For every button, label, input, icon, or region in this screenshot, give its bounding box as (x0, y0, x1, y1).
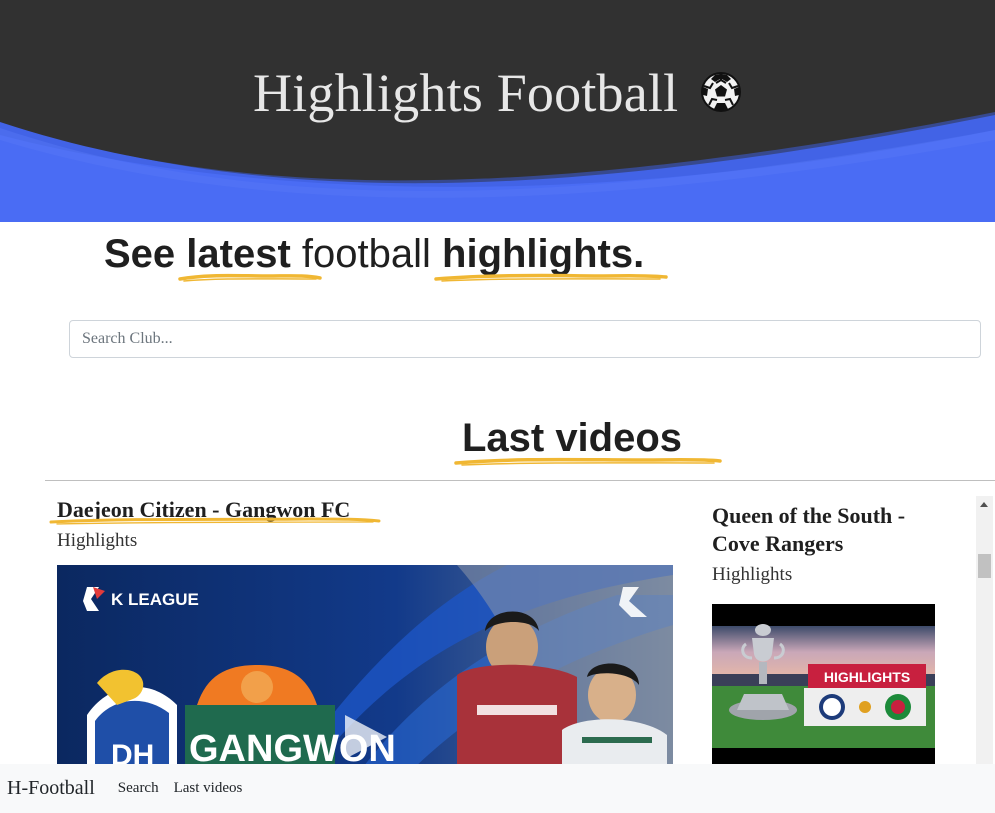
tagline-see: See (104, 232, 187, 276)
navbar-brand[interactable]: H-Football (7, 777, 95, 800)
search-club-input[interactable] (69, 320, 981, 358)
section-title: Last videos (0, 416, 995, 466)
section-title-wrap: Last videos (454, 416, 722, 466)
nav-link-search[interactable]: Search (118, 780, 159, 797)
section-divider (45, 480, 995, 481)
tagline-latest: latest (178, 232, 323, 282)
underline-last-videos (454, 457, 722, 466)
video-title[interactable]: Daejeon Citizen - Gangwon FC (49, 496, 381, 525)
soccer-ball-icon (700, 64, 742, 126)
video-card[interactable]: Daejeon Citizen - Gangwon FC Highlights (49, 496, 677, 775)
video-card[interactable]: Queen of the South - Cove Rangers Highli… (712, 502, 952, 771)
underline-latest (178, 273, 323, 282)
tagline-period: . (633, 232, 645, 276)
site-title-text: Highlights Football (252, 63, 679, 123)
page: Highlights Football See latest football (0, 0, 995, 813)
scrollbar-thumb[interactable] (978, 554, 991, 578)
video-thumbnail[interactable]: K LEAGUE DH GANGWON (57, 565, 673, 775)
tagline: See latest football highlights. (104, 232, 668, 282)
tagline-highlights-text: highlights (442, 232, 634, 276)
tagline-highlights: highlights (434, 232, 668, 282)
video-thumbnail-image: K LEAGUE DH GANGWON (57, 565, 673, 775)
video-subtitle: Highlights (57, 530, 138, 551)
highlights-banner: HIGHLIGHTS (804, 664, 926, 726)
nav-link-last-videos[interactable]: Last videos (174, 780, 243, 797)
thumb-league-label: K LEAGUE (111, 590, 199, 609)
bottom-navbar: H-Football Search Last videos (0, 764, 995, 813)
site-title: Highlights Football (0, 62, 995, 126)
thumb-highlights-label: HIGHLIGHTS (824, 669, 910, 685)
scrollbar[interactable] (976, 496, 993, 764)
section-title-text: Last videos (461, 416, 683, 460)
video-thumbnail-image: HIGHLIGHTS (712, 604, 935, 771)
video-subtitle: Highlights (712, 564, 793, 585)
hero-header: Highlights Football (0, 0, 995, 222)
underline-video-title (49, 517, 381, 525)
scroll-up-icon[interactable] (980, 502, 988, 507)
tagline-football: football (290, 232, 443, 276)
video-title[interactable]: Queen of the South - Cove Rangers (712, 502, 952, 558)
video-thumbnail[interactable]: HIGHLIGHTS (712, 604, 935, 771)
tagline-latest-text: latest (186, 232, 291, 276)
